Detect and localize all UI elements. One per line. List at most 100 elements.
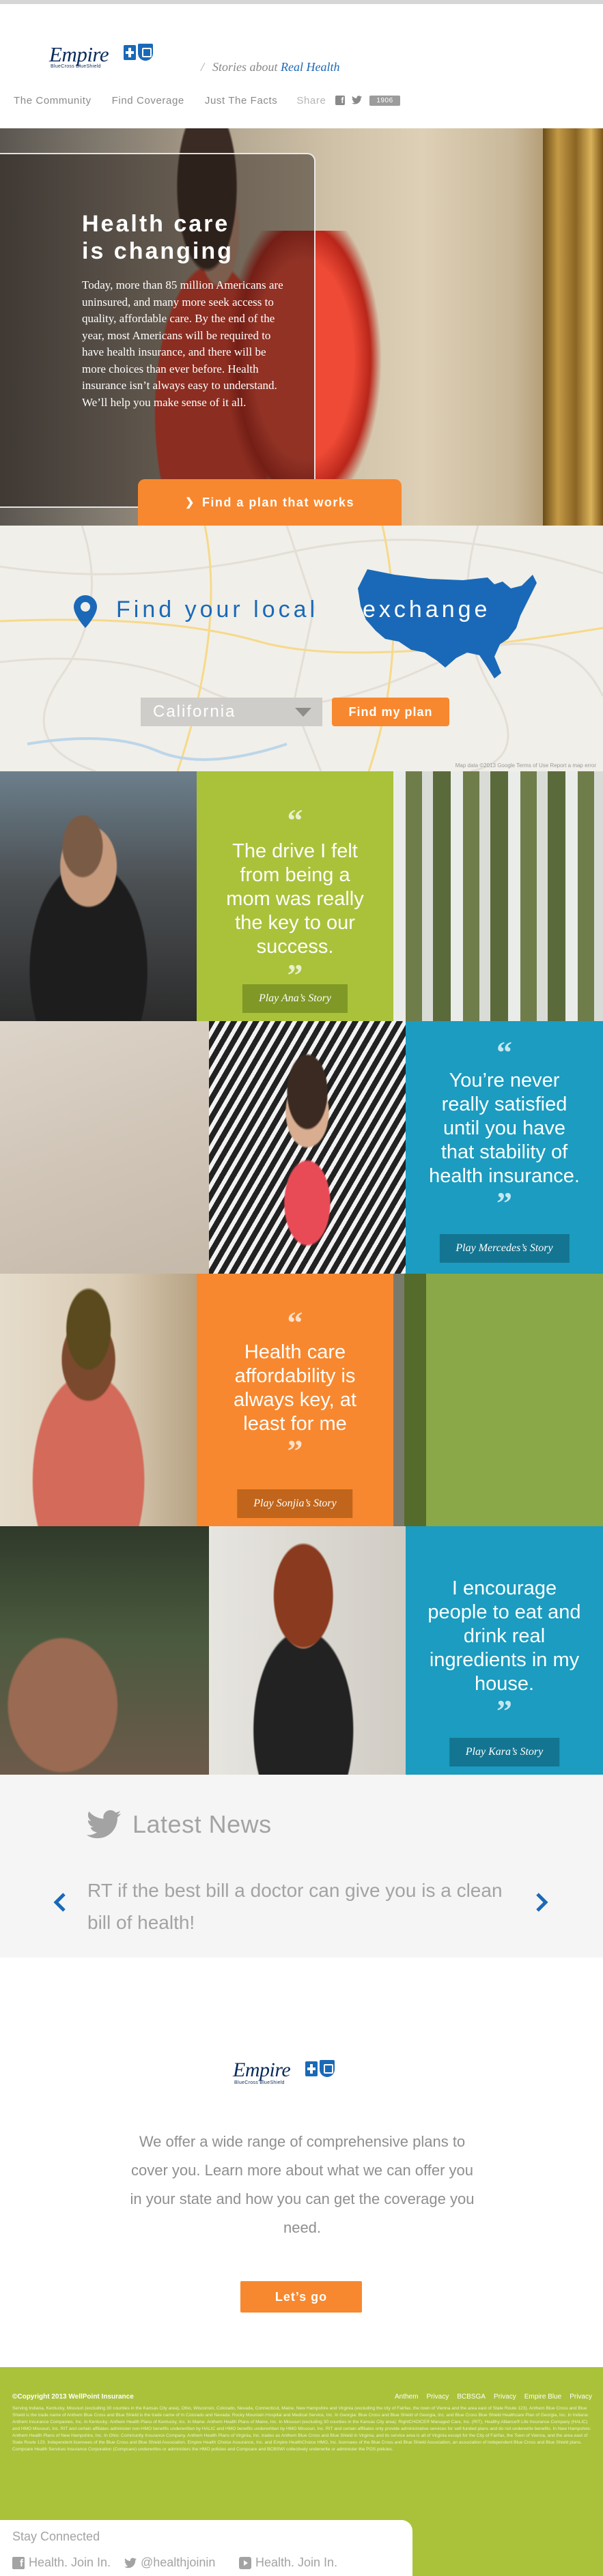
facebook-social-link[interactable]: f Health. Join In. <box>12 2556 111 2570</box>
chevron-left-icon[interactable] <box>51 1892 71 1913</box>
ana-quote-panel: “ The drive I felt from being a mom was … <box>197 771 393 1021</box>
hero-title-line2: is changing <box>82 238 234 264</box>
latest-news-header: Latest News <box>86 1810 272 1839</box>
main-nav: The Community Find Coverage Just The Fac… <box>14 94 400 107</box>
story-sonjia: “ Health care affordability is always ke… <box>0 1274 603 1526</box>
twitter-icon <box>124 2558 137 2568</box>
kara-photo[interactable] <box>209 1526 406 1775</box>
blue-cross-icon <box>305 2061 318 2076</box>
story-mercedes: “ You’re never really satisfied until yo… <box>0 1021 603 1274</box>
hero-title: Health care is changing <box>82 210 273 265</box>
share-label: Share <box>296 94 326 106</box>
hero-section: Health care is changing Today, more than… <box>0 128 603 526</box>
story-kara: I encourage people to eat and drink real… <box>0 1526 603 1775</box>
site-tagline: / Stories about Real Health <box>201 60 340 74</box>
exchange-heading-highlight: exchange <box>363 597 491 622</box>
mercedes-quote-panel: “ You’re never really satisfied until yo… <box>406 1021 603 1274</box>
close-quote-icon: ” <box>496 1186 512 1220</box>
hero-cta-label: Find a plan that works <box>201 495 354 509</box>
kara-quote-text: I encourage people to eat and drink real… <box>427 1577 581 1695</box>
twitter-link-label: @healthjoinin <box>141 2556 216 2569</box>
logo-wordmark: Empire <box>49 42 109 66</box>
blue-shield-icon <box>138 44 153 61</box>
blue-cross-icon <box>124 45 136 60</box>
hero-title-line1: Health care <box>82 211 230 237</box>
legal-disclaimer: Serving Indiana, Kentucky, Missouri (exc… <box>12 2406 591 2452</box>
chevron-right-icon[interactable] <box>531 1892 551 1913</box>
close-quote-icon: ” <box>496 1693 512 1728</box>
chevron-down-icon <box>295 708 311 717</box>
nav-find-coverage[interactable]: Find Coverage <box>112 95 184 106</box>
empire-footer-logo: Empire BlueCross BlueShield <box>233 2059 349 2089</box>
tagline-prefix: Stories about <box>212 60 278 74</box>
open-quote-icon: “ <box>287 803 303 838</box>
stay-connected-title: Stay Connected <box>12 2530 100 2543</box>
footer-link-empire-blue[interactable]: Empire Blue <box>524 2393 561 2401</box>
mercedes-photo[interactable] <box>209 1021 406 1274</box>
state-select-dropdown[interactable]: California <box>141 698 322 726</box>
latest-news-title: Latest News <box>132 1810 272 1838</box>
hero-body-text: Today, more than 85 million Americans ar… <box>82 278 283 409</box>
play-mercedes-story-button[interactable]: Play Mercedes’s Story <box>439 1234 570 1263</box>
close-quote-icon: ” <box>287 1433 303 1468</box>
top-accent-bar <box>0 0 603 4</box>
play-ana-story-button[interactable]: Play Ana’s Story <box>242 984 348 1013</box>
kara-garden-photo <box>0 1526 209 1775</box>
nav-community[interactable]: The Community <box>14 95 92 106</box>
sonjia-lawn-photo <box>393 1274 603 1526</box>
about-text: We offer a wide range of comprehensive p… <box>130 2133 475 2236</box>
chevron-right-icon: ❯ <box>185 497 195 509</box>
ana-trees-photo <box>393 771 603 1021</box>
exchange-heading: Find your local <box>116 597 319 622</box>
mercedes-quote-text: You’re never really satisfied until you … <box>429 1070 580 1187</box>
youtube-icon <box>239 2556 251 2569</box>
footer-link-anthem[interactable]: Anthem <box>395 2393 418 2401</box>
sonjia-quote-text: Health care affordability is always key,… <box>234 1341 356 1435</box>
twitter-social-link[interactable]: @healthjoinin <box>124 2556 215 2570</box>
play-kara-story-button[interactable]: Play Kara’s Story <box>449 1738 560 1766</box>
logo-subtitle: BlueCross BlueShield <box>51 64 101 69</box>
empire-logo[interactable]: Empire BlueCross BlueShield <box>49 42 158 72</box>
nav-just-the-facts[interactable]: Just The Facts <box>205 95 278 106</box>
ana-photo[interactable] <box>0 771 197 1021</box>
copyright-text: ©Copyright 2013 WellPoint Insurance <box>12 2393 134 2401</box>
footer-link-bcbsga[interactable]: BCBSGA <box>457 2393 486 2401</box>
share-count-badge: 1906 <box>369 95 400 106</box>
facebook-link-label: Health. Join In. <box>29 2556 111 2569</box>
logo-wordmark: Empire <box>233 2059 291 2081</box>
twitter-share-icon[interactable] <box>352 96 363 105</box>
blue-shield-icon <box>320 2060 335 2077</box>
facebook-icon: f <box>12 2556 25 2569</box>
state-select-value: California <box>153 702 236 721</box>
footer-link-anthem-privacy[interactable]: Privacy <box>426 2393 449 2401</box>
open-quote-icon: “ <box>287 1305 303 1340</box>
story-ana: “ The drive I felt from being a mom was … <box>0 771 603 1021</box>
latest-news-section: Latest News RT if the best bill a doctor… <box>0 1775 603 1958</box>
youtube-social-link[interactable]: Health. Join In. <box>239 2556 337 2570</box>
footer-link-empire-privacy[interactable]: Privacy <box>570 2393 592 2401</box>
map-credit: Map data ©2013 Google Terms of Use Repor… <box>455 762 596 769</box>
footer-link-bcbsga-privacy[interactable]: Privacy <box>494 2393 516 2401</box>
sonjia-photo[interactable] <box>0 1274 197 1526</box>
tagline-highlight: Real Health <box>281 60 340 74</box>
lets-go-button[interactable]: Let’s go <box>240 2281 362 2313</box>
kara-quote-panel: I encourage people to eat and drink real… <box>406 1526 603 1775</box>
ana-quote-text: The drive I felt from being a mom was re… <box>226 840 364 958</box>
mercedes-beach-photo <box>0 1021 209 1274</box>
logo-subtitle: BlueCross BlueShield <box>234 2080 285 2085</box>
find-exchange-section: Find your local exchange California Find… <box>0 526 603 771</box>
facebook-share-icon[interactable]: f <box>335 96 346 105</box>
location-pin-icon <box>74 595 97 628</box>
find-my-plan-button[interactable]: Find my plan <box>332 698 449 726</box>
site-footer: ©Copyright 2013 WellPoint Insurance Anth… <box>0 2367 603 2576</box>
footer-links: Anthem Privacy BCBSGA Privacy Empire Blu… <box>387 2393 592 2401</box>
open-quote-icon: “ <box>496 1035 512 1070</box>
sonjia-quote-panel: “ Health care affordability is always ke… <box>197 1274 393 1526</box>
find-plan-that-works-button[interactable]: ❯ Find a plan that works <box>138 479 402 526</box>
stay-connected-panel: Stay Connected f Health. Join In. @healt… <box>0 2520 412 2576</box>
twitter-bird-icon <box>86 1810 122 1839</box>
youtube-link-label: Health. Join In. <box>255 2556 338 2569</box>
latest-news-text: RT if the best bill a doctor can give yo… <box>87 1880 503 1933</box>
play-sonjia-story-button[interactable]: Play Sonjia’s Story <box>237 1489 353 1518</box>
hero-photo-mirror-frame <box>543 128 603 526</box>
